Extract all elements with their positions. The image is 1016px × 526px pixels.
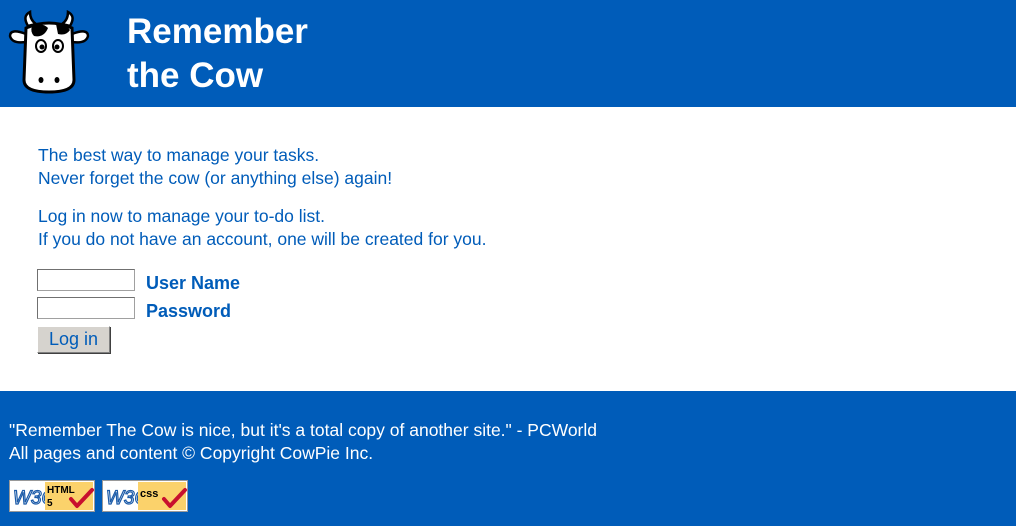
- login-instructions-line1: Log in now to manage your to-do list.: [38, 206, 325, 226]
- password-label: Password: [146, 301, 232, 321]
- site-title-line1: Remember: [127, 12, 308, 51]
- username-input[interactable]: [37, 269, 135, 291]
- site-header: Remember the Cow: [0, 0, 1016, 107]
- css-badge-label: css: [140, 488, 158, 500]
- login-instructions: Log in now to manage your to-do list. If…: [38, 205, 938, 251]
- w3c-html5-badge[interactable]: W3C HTML 5: [9, 480, 95, 512]
- cow-logo-icon[interactable]: [8, 10, 90, 94]
- login-button[interactable]: Log in: [37, 326, 110, 353]
- login-form: User Name Password Log in: [37, 269, 437, 353]
- footer-text: "Remember The Cow is nice, but it's a to…: [9, 419, 597, 465]
- html5-badge-version: 5: [47, 498, 53, 509]
- intro-text: The best way to manage your tasks. Never…: [38, 144, 938, 251]
- password-row: Password: [37, 297, 437, 325]
- site-title[interactable]: Remember the Cow: [127, 10, 308, 98]
- tagline-line2: Never forget the cow (or anything else) …: [38, 168, 393, 188]
- w3c-css-badge[interactable]: W3C css: [102, 480, 188, 512]
- username-row: User Name: [37, 269, 437, 297]
- tagline-line1: The best way to manage your tasks.: [38, 145, 320, 165]
- site-title-line2: the Cow: [127, 56, 264, 95]
- tagline: The best way to manage your tasks. Never…: [38, 144, 938, 190]
- footer-copyright: All pages and content © Copyright CowPie…: [9, 443, 374, 463]
- username-label: User Name: [146, 273, 241, 293]
- site-footer: "Remember The Cow is nice, but it's a to…: [0, 391, 1016, 526]
- html5-badge-label: HTML: [47, 485, 75, 496]
- footer-quote: "Remember The Cow is nice, but it's a to…: [9, 420, 598, 440]
- login-instructions-line2: If you do not have an account, one will …: [38, 229, 487, 249]
- password-input[interactable]: [37, 297, 135, 319]
